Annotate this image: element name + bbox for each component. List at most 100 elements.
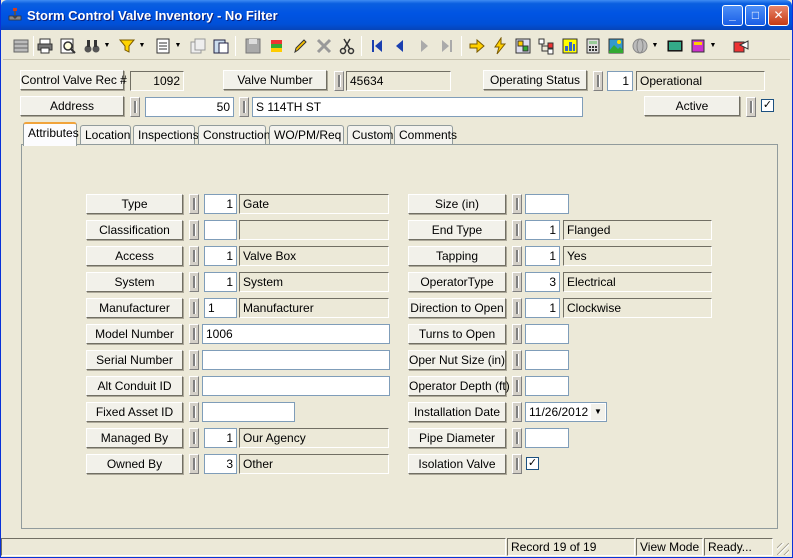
operating-status-code-field[interactable]: 1 xyxy=(607,71,633,91)
lightning-icon[interactable] xyxy=(490,36,510,56)
maximize-button[interactable]: □ xyxy=(745,5,766,26)
managed-by-grip[interactable] xyxy=(189,428,199,448)
type-code-field[interactable]: 1 xyxy=(204,194,237,214)
cut-icon[interactable] xyxy=(337,36,357,56)
tab-attributes[interactable]: Attributes xyxy=(23,122,79,146)
tree-icon[interactable] xyxy=(536,36,556,56)
address-grip[interactable] xyxy=(130,97,140,117)
valve-number-button[interactable]: Valve Number xyxy=(223,70,327,90)
arrow-right-icon[interactable] xyxy=(467,36,487,56)
active-button[interactable]: Active xyxy=(644,96,740,116)
book-icon[interactable] xyxy=(688,36,708,56)
terminal-icon[interactable] xyxy=(665,36,685,56)
address-street-grip[interactable] xyxy=(239,97,249,117)
direction-to-open-code-field[interactable]: 1 xyxy=(525,298,560,318)
next-record-icon[interactable] xyxy=(414,36,434,56)
filter-icon[interactable] xyxy=(117,36,137,56)
fixed-asset-id-button[interactable]: Fixed Asset ID xyxy=(86,402,183,422)
map-icon[interactable] xyxy=(513,36,533,56)
managed-by-code-field[interactable]: 1 xyxy=(204,428,237,448)
isolation-valve-checkbox[interactable]: ✓ xyxy=(526,457,539,470)
print-icon[interactable] xyxy=(35,36,55,56)
chart-icon[interactable] xyxy=(560,36,580,56)
oper-nut-size-field[interactable] xyxy=(525,350,569,370)
tapping-grip[interactable] xyxy=(512,246,522,266)
model-number-button[interactable]: Model Number xyxy=(86,324,183,344)
operating-status-grip[interactable] xyxy=(593,71,603,91)
previous-record-icon[interactable] xyxy=(390,36,410,56)
alt-conduit-id-field[interactable] xyxy=(202,376,390,396)
operator-type-grip[interactable] xyxy=(512,272,522,292)
active-grip[interactable] xyxy=(746,97,756,117)
pipe-diameter-grip[interactable] xyxy=(512,428,522,448)
direction-to-open-button[interactable]: Direction to Open xyxy=(408,298,506,318)
system-code-field[interactable]: 1 xyxy=(204,272,237,292)
operator-depth-grip[interactable] xyxy=(512,376,522,396)
owned-by-button[interactable]: Owned By xyxy=(86,454,183,474)
pipe-diameter-field[interactable] xyxy=(525,428,569,448)
turns-to-open-grip[interactable] xyxy=(512,324,522,344)
size-grip[interactable] xyxy=(512,194,522,214)
address-button[interactable]: Address xyxy=(20,96,124,116)
exit-icon[interactable] xyxy=(731,36,751,56)
chevron-down-icon[interactable]: ▼ xyxy=(591,404,605,420)
address-number-field[interactable]: 50 xyxy=(145,97,234,117)
layers-icon[interactable] xyxy=(267,36,287,56)
manufacturer-code-field[interactable]: 1 xyxy=(204,298,237,318)
minimize-button[interactable]: _ xyxy=(722,5,743,26)
fixed-asset-id-grip[interactable] xyxy=(189,402,199,422)
size-field[interactable] xyxy=(525,194,569,214)
owned-by-code-field[interactable]: 3 xyxy=(204,454,237,474)
last-record-icon[interactable] xyxy=(437,36,457,56)
print-preview-icon[interactable] xyxy=(58,36,78,56)
book-dropdown[interactable]: ▼ xyxy=(709,36,717,56)
owned-by-grip[interactable] xyxy=(189,454,199,474)
image-icon[interactable] xyxy=(606,36,626,56)
turns-to-open-field[interactable] xyxy=(525,324,569,344)
first-record-icon[interactable] xyxy=(367,36,387,56)
pencil-icon[interactable] xyxy=(290,36,310,56)
paste-record-icon[interactable] xyxy=(211,36,231,56)
binoculars-dropdown[interactable]: ▼ xyxy=(103,36,111,56)
title-bar[interactable]: Storm Control Valve Inventory - No Filte… xyxy=(1,0,792,30)
resize-grip[interactable] xyxy=(777,543,789,555)
tapping-button[interactable]: Tapping xyxy=(408,246,506,266)
serial-number-grip[interactable] xyxy=(189,350,199,370)
filter-dropdown[interactable]: ▼ xyxy=(138,36,146,56)
binoculars-icon[interactable] xyxy=(82,36,102,56)
installation-date-grip[interactable] xyxy=(512,402,522,422)
tab-custom[interactable]: Custom xyxy=(347,125,393,145)
tab-wo-pm-req[interactable]: WO/PM/Req xyxy=(269,125,344,145)
classification-button[interactable]: Classification xyxy=(86,220,183,240)
new-record-icon[interactable] xyxy=(153,36,173,56)
installation-date-button[interactable]: Installation Date xyxy=(408,402,506,422)
save-icon[interactable] xyxy=(243,36,263,56)
new-record-dropdown[interactable]: ▼ xyxy=(174,36,182,56)
installation-date-field[interactable]: 11/26/2012 ▼ xyxy=(525,402,607,422)
globe-dropdown[interactable]: ▼ xyxy=(651,36,659,56)
serial-number-button[interactable]: Serial Number xyxy=(86,350,183,370)
tab-location[interactable]: Location xyxy=(80,125,131,145)
end-type-grip[interactable] xyxy=(512,220,522,240)
manufacturer-grip[interactable] xyxy=(189,298,199,318)
delete-icon[interactable] xyxy=(314,36,334,56)
managed-by-button[interactable]: Managed By xyxy=(86,428,183,448)
system-button[interactable]: System xyxy=(86,272,183,292)
operator-depth-field[interactable] xyxy=(525,376,569,396)
access-code-field[interactable]: 1 xyxy=(204,246,237,266)
pipe-diameter-button[interactable]: Pipe Diameter xyxy=(408,428,506,448)
tab-inspections[interactable]: Inspections xyxy=(133,125,199,145)
control-valve-rec-button[interactable]: Control Valve Rec # xyxy=(20,70,127,90)
model-number-field[interactable]: 1006 xyxy=(202,324,390,344)
isolation-valve-grip[interactable] xyxy=(512,454,522,474)
turns-to-open-button[interactable]: Turns to Open xyxy=(408,324,506,344)
system-grip[interactable] xyxy=(189,272,199,292)
tapping-code-field[interactable]: 1 xyxy=(525,246,560,266)
type-grip[interactable] xyxy=(189,194,199,214)
tab-comments[interactable]: Comments xyxy=(394,125,457,145)
globe-icon[interactable] xyxy=(630,36,650,56)
operator-type-code-field[interactable]: 3 xyxy=(525,272,560,292)
isolation-valve-button[interactable]: Isolation Valve xyxy=(408,454,506,474)
fixed-asset-id-field[interactable] xyxy=(202,402,295,422)
classification-grip[interactable] xyxy=(189,220,199,240)
